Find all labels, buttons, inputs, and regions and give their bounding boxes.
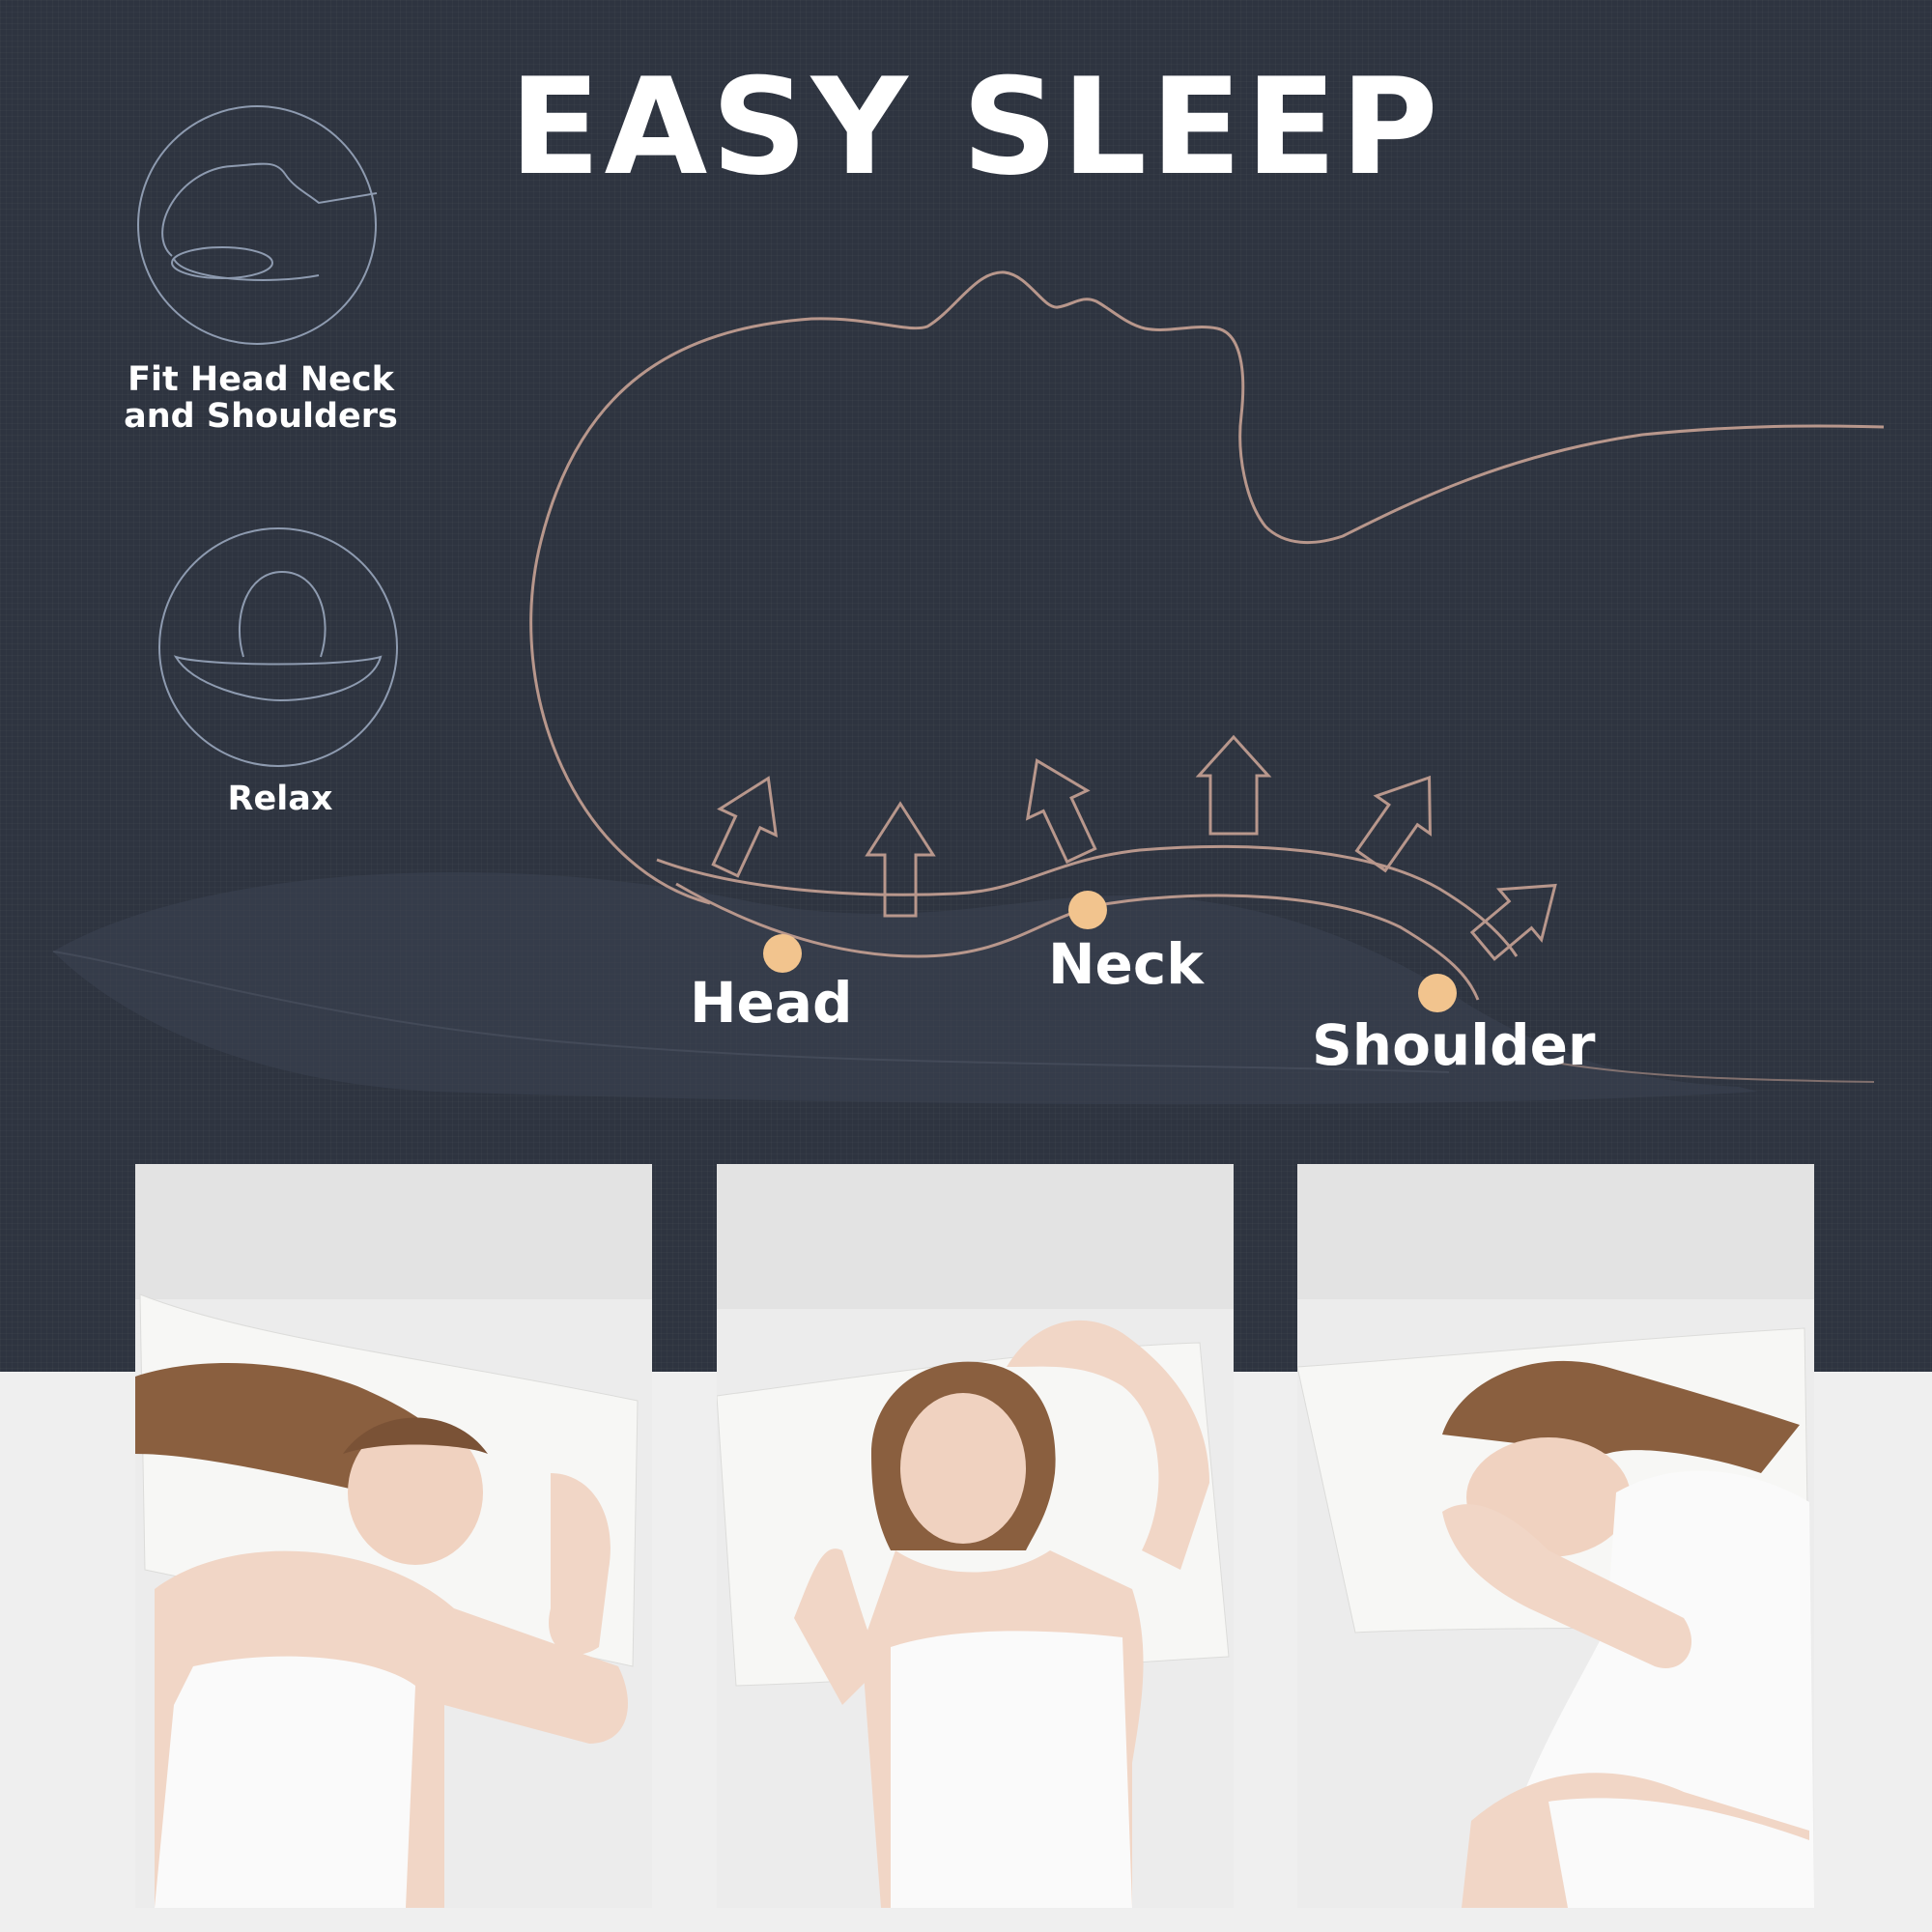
side-sleeping-photo <box>135 1164 652 1908</box>
curled-side-sleeping-photo <box>1297 1164 1814 1908</box>
back-sleeping-photo <box>717 1164 1234 1908</box>
head-dot <box>763 934 802 973</box>
pillow-head-neck-icon <box>137 105 378 345</box>
relax-head-icon <box>158 527 398 767</box>
shoulder-callout: Shoulder <box>1312 1012 1596 1078</box>
pillow-illustration <box>52 105 1885 1105</box>
head-profile-outline <box>529 270 1885 905</box>
feature-relax-label: Relax <box>227 780 333 818</box>
feature-fit-line1: Fit Head Neck <box>128 360 394 399</box>
neck-callout: Neck <box>1048 931 1204 997</box>
neck-dot <box>1068 891 1107 929</box>
shoulder-dot <box>1418 974 1457 1012</box>
feature-fit-label: Fit Head Neck and Shoulders <box>106 361 415 435</box>
head-callout: Head <box>690 970 853 1036</box>
feature-fit-line2: and Shoulders <box>124 397 398 436</box>
